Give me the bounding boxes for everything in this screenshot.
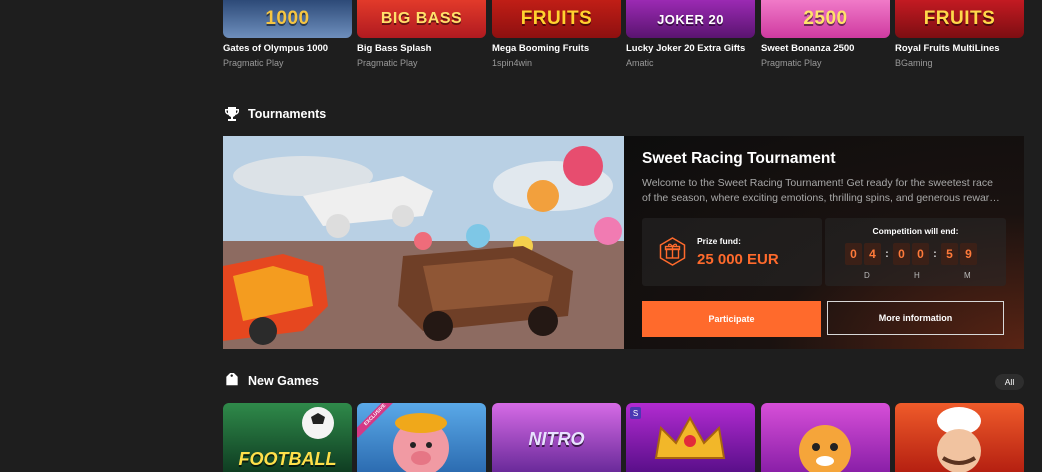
timer-separator: :	[933, 248, 937, 260]
game-provider: 1spin4win	[492, 58, 533, 68]
game-provider: Pragmatic Play	[357, 58, 418, 68]
tournament-title: Sweet Racing Tournament	[642, 150, 836, 167]
days-unit: D	[864, 271, 870, 280]
trophy-icon	[223, 105, 241, 123]
minutes-digit: 5	[941, 243, 958, 265]
more-information-button[interactable]: More information	[827, 301, 1004, 335]
game-thumbnail[interactable]	[761, 403, 890, 472]
game-thumbnail[interactable]: S	[626, 403, 755, 472]
game-provider: BGaming	[895, 58, 933, 68]
gift-icon	[658, 237, 687, 266]
minutes-digit: 9	[960, 243, 977, 265]
thumbnail-text: FOOTBALL	[238, 449, 337, 469]
thumbnail-text: FRUITS	[520, 8, 593, 29]
tournament-description: Welcome to the Sweet Racing Tournament! …	[642, 176, 1004, 206]
timer-digits: 0 4 : 0 0 : 5 9	[845, 243, 979, 265]
game-thumbnail[interactable]: FRUITS	[895, 0, 1024, 38]
prize-label: Prize fund:	[697, 236, 741, 246]
section-title: Tournaments	[248, 107, 327, 121]
game-provider: Amatic	[626, 58, 654, 68]
description-line: Welcome to the Sweet Racing Tournament! …	[642, 177, 993, 189]
top-games-row: 1000 Gates of Olympus 1000 Pragmatic Pla…	[223, 0, 1024, 80]
timer-separator: :	[885, 248, 889, 260]
game-thumbnail[interactable]: FRUITS	[492, 0, 621, 38]
game-card[interactable]: FRUITS Mega Booming Fruits 1spin4win	[492, 0, 621, 68]
timer-label: Competition will end:	[872, 226, 959, 236]
game-thumbnail[interactable]: JOKER 20	[626, 0, 755, 38]
game-thumbnail[interactable]: NITRO	[492, 403, 621, 472]
game-thumbnail[interactable]	[895, 403, 1024, 472]
minutes-unit: M	[964, 271, 971, 280]
thumbnail-text: BIG BASS	[380, 10, 463, 27]
game-card[interactable]: 2500 Sweet Bonanza 2500 Pragmatic Play	[761, 0, 890, 68]
tournaments-header: Tournaments	[223, 105, 326, 123]
tag-icon	[223, 372, 241, 390]
game-provider: Pragmatic Play	[223, 58, 284, 68]
game-title[interactable]: Big Bass Splash	[357, 43, 486, 54]
game-title[interactable]: Royal Fruits MultiLines	[895, 43, 1024, 54]
game-provider: Pragmatic Play	[761, 58, 822, 68]
days-digit: 0	[845, 243, 862, 265]
prize-fund-box: Prize fund: 25 000 EUR	[642, 218, 822, 286]
section-title: New Games	[248, 374, 319, 388]
game-title[interactable]: Gates of Olympus 1000	[223, 43, 352, 54]
tournament-banner-image	[223, 136, 624, 349]
game-card[interactable]: BIG BASS Big Bass Splash Pragmatic Play	[357, 0, 486, 68]
participate-button[interactable]: Participate	[642, 301, 821, 337]
thumbnail-text: 2500	[803, 8, 848, 29]
provider-badge: S	[630, 407, 641, 419]
game-thumbnail[interactable]: FOOTBALL	[223, 403, 352, 472]
tournament-info: Sweet Racing Tournament Welcome to the S…	[624, 136, 1024, 349]
days-digit: 4	[864, 243, 881, 265]
hours-digit: 0	[893, 243, 910, 265]
game-card[interactable]: FRUITS Royal Fruits MultiLines BGaming	[895, 0, 1024, 68]
thumbnail-text: FRUITS	[923, 8, 996, 29]
all-new-games-button[interactable]: All	[995, 374, 1024, 390]
new-games-row: FOOTBALL EXCLUSIVE NITRO S	[223, 403, 1024, 472]
thumbnail-text: 1000	[265, 8, 310, 29]
prize-value: 25 000 EUR	[697, 251, 779, 268]
game-thumbnail[interactable]: BIG BASS	[357, 0, 486, 38]
game-card[interactable]: 1000 Gates of Olympus 1000 Pragmatic Pla…	[223, 0, 352, 68]
thumbnail-text: NITRO	[528, 429, 585, 449]
game-thumbnail[interactable]: EXCLUSIVE	[357, 403, 486, 472]
game-title[interactable]: Lucky Joker 20 Extra Gifts	[626, 43, 755, 54]
game-title[interactable]: Mega Booming Fruits	[492, 43, 621, 54]
countdown-timer: Competition will end: 0 4 : 0 0 : 5 9 D …	[825, 218, 1006, 286]
game-card[interactable]: JOKER 20 Lucky Joker 20 Extra Gifts Amat…	[626, 0, 755, 68]
thumbnail-text: JOKER 20	[657, 11, 724, 27]
game-title[interactable]: Sweet Bonanza 2500	[761, 43, 890, 54]
game-thumbnail[interactable]: 2500	[761, 0, 890, 38]
hours-unit: H	[914, 271, 920, 280]
new-games-header: New Games	[223, 372, 319, 390]
description-line: of the season, where exciting emotions, …	[642, 192, 1000, 204]
hours-digit: 0	[912, 243, 929, 265]
game-thumbnail[interactable]: 1000	[223, 0, 352, 38]
tournament-card: Sweet Racing Tournament Welcome to the S…	[223, 136, 1024, 349]
